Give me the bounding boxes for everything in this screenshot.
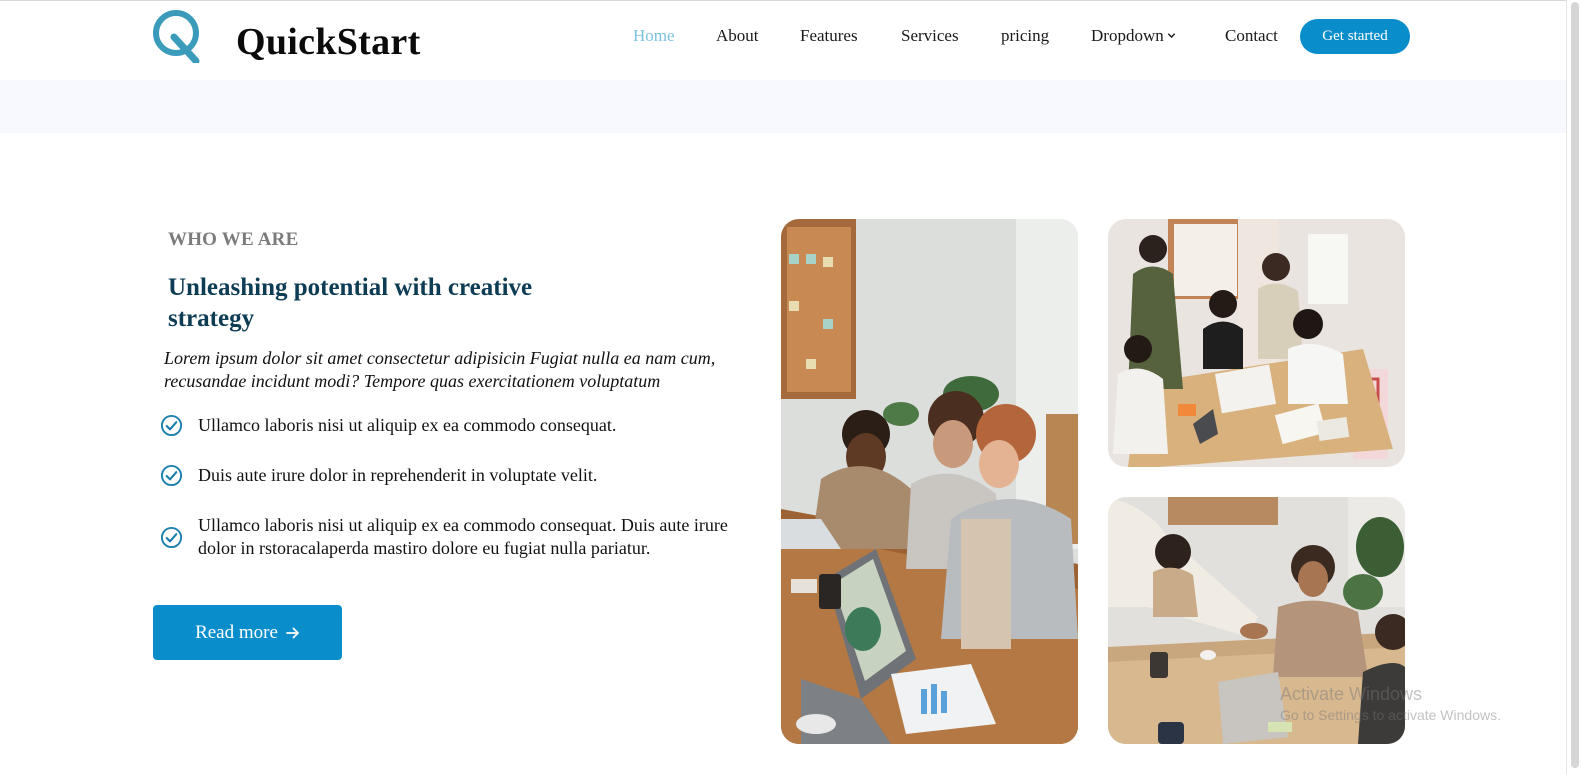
watermark-title: Activate Windows bbox=[1280, 684, 1423, 704]
watermark-subtitle: Go to Settings to activate Windows. bbox=[1280, 707, 1501, 723]
list-item: Ullamco laboris nisi ut aliquip ex ea co… bbox=[160, 414, 760, 437]
section-eyebrow: WHO WE ARE bbox=[168, 229, 299, 250]
nav-dropdown[interactable]: Dropdown bbox=[1091, 26, 1176, 46]
read-more-label: Read more bbox=[195, 621, 278, 643]
nav-services[interactable]: Services bbox=[901, 26, 959, 46]
page-scrollbar[interactable] bbox=[1566, 0, 1582, 774]
section-heading: Unleashing potential with creative strat… bbox=[168, 274, 533, 332]
get-started-button[interactable]: Get started bbox=[1300, 19, 1410, 54]
header-band bbox=[0, 80, 1566, 133]
read-more-button[interactable]: Read more bbox=[153, 605, 342, 660]
team-collaboration-table-photo bbox=[1108, 219, 1405, 467]
nav-features[interactable]: Features bbox=[800, 26, 858, 46]
list-item-text: Ullamco laboris nisi ut aliquip ex ea co… bbox=[198, 515, 728, 558]
list-item: Duis aute irure dolor in reprehenderit i… bbox=[160, 464, 760, 487]
check-circle-icon bbox=[160, 464, 183, 487]
chevron-down-icon bbox=[1167, 33, 1175, 39]
section-intro: Lorem ipsum dolor sit amet consectetur a… bbox=[164, 348, 716, 391]
nav-dropdown-label: Dropdown bbox=[1091, 26, 1164, 45]
team-meeting-laptops-photo bbox=[781, 219, 1078, 744]
nav-about[interactable]: About bbox=[716, 26, 759, 46]
check-circle-icon bbox=[160, 526, 183, 548]
list-item-text: Duis aute irure dolor in reprehenderit i… bbox=[198, 465, 598, 485]
windows-activation-watermark: Activate Windows Go to Settings to activ… bbox=[1280, 684, 1501, 723]
list-item: Ullamco laboris nisi ut aliquip ex ea co… bbox=[160, 514, 760, 560]
nav-pricing[interactable]: pricing bbox=[1001, 26, 1049, 46]
arrow-right-icon bbox=[286, 627, 299, 638]
list-item-text: Ullamco laboris nisi ut aliquip ex ea co… bbox=[198, 415, 617, 435]
nav-contact[interactable]: Contact bbox=[1225, 26, 1278, 46]
check-circle-icon bbox=[160, 414, 183, 437]
nav-home[interactable]: Home bbox=[633, 26, 675, 46]
site-header: QuickStart Home About Features Services … bbox=[0, 1, 1566, 80]
scrollbar-thumb[interactable] bbox=[1571, 2, 1579, 768]
